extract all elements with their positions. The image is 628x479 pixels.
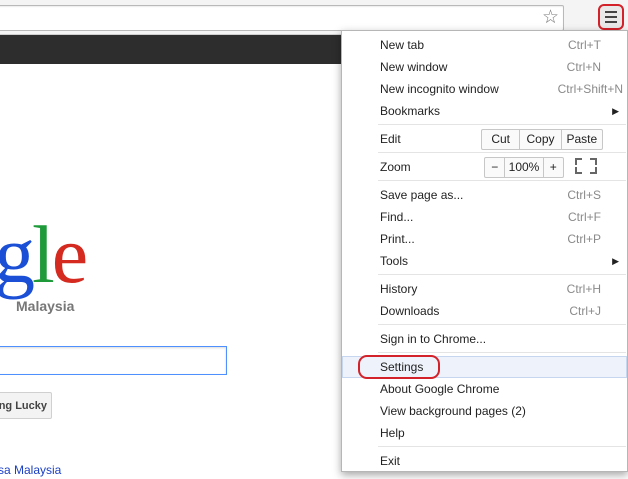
menu-item-bookmarks[interactable]: Bookmarks ▶ (342, 100, 627, 122)
chrome-menu: New tab Ctrl+T New window Ctrl+N New incog… (341, 30, 628, 472)
menu-item-history[interactable]: History Ctrl+H (342, 278, 627, 300)
menu-item-print[interactable]: Print... Ctrl+P (342, 228, 627, 250)
menu-separator (378, 352, 626, 353)
feeling-lucky-button[interactable]: ng Lucky (0, 392, 52, 419)
menu-item-new-window[interactable]: New window Ctrl+N (342, 56, 627, 78)
menu-item-sign-in[interactable]: Sign in to Chrome... (342, 328, 627, 350)
menu-separator (378, 274, 626, 275)
menu-separator (378, 152, 626, 153)
menu-separator (378, 446, 626, 447)
menu-item-exit[interactable]: Exit (342, 450, 627, 472)
menu-item-edit: Edit Cut Copy Paste (342, 128, 627, 150)
menu-separator (378, 324, 626, 325)
google-logo: gle (0, 209, 88, 300)
logo-subtitle: Malaysia (16, 298, 75, 314)
cut-button[interactable]: Cut (482, 130, 521, 149)
zoom-level: 100% (505, 158, 544, 177)
paste-button[interactable]: Paste (562, 130, 602, 149)
star-icon[interactable]: ☆ (542, 7, 559, 29)
menu-separator (378, 180, 626, 181)
menu-separator (378, 124, 626, 125)
menu-item-downloads[interactable]: Downloads Ctrl+J (342, 300, 627, 322)
chrome-menu-button[interactable] (598, 4, 624, 30)
search-input[interactable] (0, 346, 227, 375)
edit-button-group: Cut Copy Paste (481, 129, 603, 150)
menu-item-save-page-as[interactable]: Save page as... Ctrl+S (342, 184, 627, 206)
fullscreen-icon[interactable] (575, 158, 597, 174)
language-link[interactable]: sa Malaysia (0, 463, 61, 477)
submenu-arrow-icon: ▶ (612, 256, 619, 266)
zoom-in-button[interactable]: + (544, 158, 563, 177)
address-bar[interactable]: ☆ (0, 5, 564, 31)
menu-item-about-chrome[interactable]: About Google Chrome (342, 378, 627, 400)
submenu-arrow-icon: ▶ (612, 106, 619, 116)
zoom-out-button[interactable]: − (485, 158, 506, 177)
copy-button[interactable]: Copy (520, 130, 562, 149)
menu-item-new-incognito-window[interactable]: New incognito window Ctrl+Shift+N (342, 78, 627, 100)
menu-item-tools[interactable]: Tools ▶ (342, 250, 627, 272)
settings-annotation-ring (358, 355, 440, 379)
zoom-controls: − 100% + (484, 157, 564, 178)
menu-item-find[interactable]: Find... Ctrl+F (342, 206, 627, 228)
menu-item-help[interactable]: Help (342, 422, 627, 444)
menu-item-zoom: Zoom − 100% + (342, 156, 627, 178)
hamburger-menu-icon (605, 11, 617, 23)
menu-item-background-pages[interactable]: View background pages (2) (342, 400, 627, 422)
menu-item-new-tab[interactable]: New tab Ctrl+T (342, 34, 627, 56)
